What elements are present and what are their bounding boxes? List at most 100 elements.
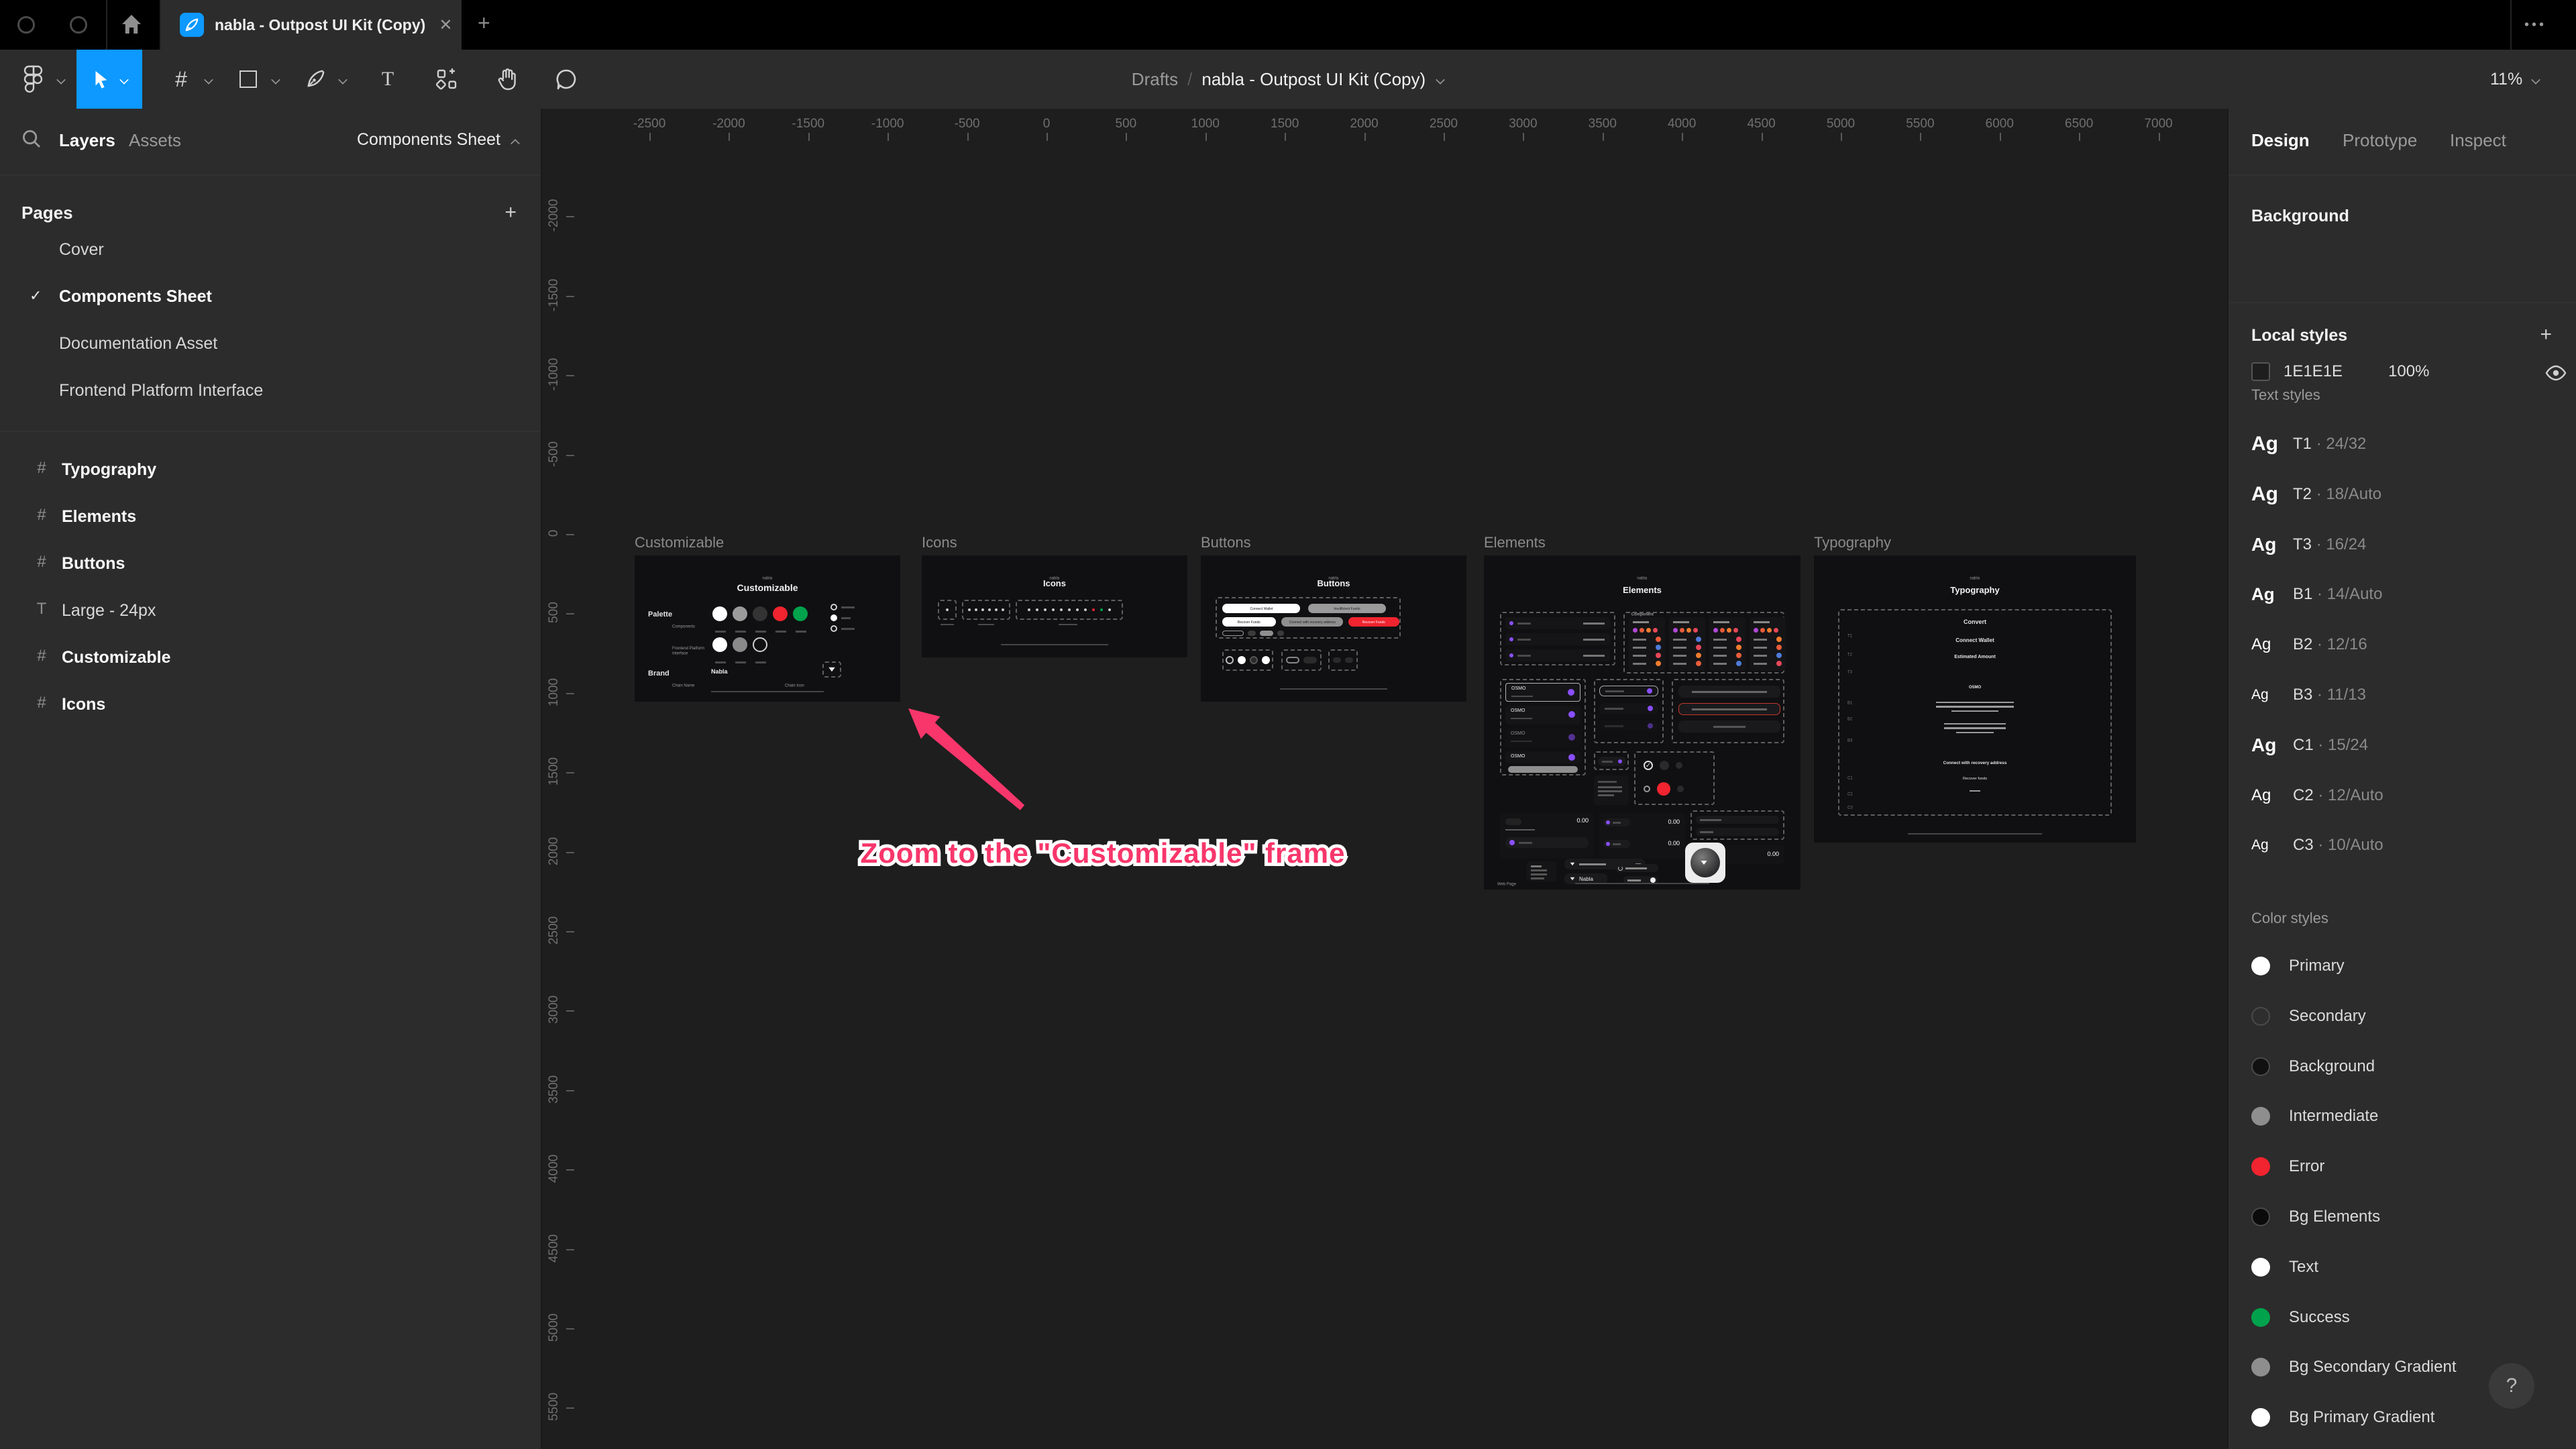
more-menu-icon[interactable]: ••• xyxy=(2524,17,2546,33)
mini-button: Recover Funds xyxy=(1238,620,1260,624)
frame-elements[interactable]: nabla Elements Component xyxy=(1484,555,1801,890)
ruler-tick-label: 5500 xyxy=(547,1380,561,1434)
color-style-row[interactable]: Primary xyxy=(2229,946,2576,986)
layer-item[interactable]: #Buttons xyxy=(0,554,541,594)
ruler-tick-label: -1500 xyxy=(547,268,561,322)
window-control-icon[interactable] xyxy=(17,16,35,34)
webpage-label: Web Page xyxy=(1497,881,1516,887)
color-style-row[interactable]: Bg Elements xyxy=(2229,1197,2576,1237)
frame-customizable[interactable]: nabla Customizable Palette Components Fr… xyxy=(635,555,900,702)
page-item[interactable]: Documentation Asset xyxy=(0,334,541,374)
tab-layers[interactable]: Layers xyxy=(59,130,115,151)
layer-item[interactable]: #Elements xyxy=(0,507,541,547)
window-tab-bar: nabla - Outpost UI Kit (Copy) ✕ + ••• xyxy=(0,0,2576,50)
help-button[interactable]: ? xyxy=(2489,1363,2534,1409)
specimen-text: Convert xyxy=(1839,619,2110,625)
add-style-button[interactable]: + xyxy=(2540,323,2552,346)
frame-typography[interactable]: nabla Typography T1ConvertT2Connect Wall… xyxy=(1814,555,2136,843)
left-sidebar: Layers Assets Components Sheet Pages + C… xyxy=(0,109,542,1449)
text-style-row[interactable]: Ag C1 · 15/24 xyxy=(2229,725,2576,765)
frame-label-buttons[interactable]: Buttons xyxy=(1201,534,1251,551)
pages-header: Pages xyxy=(21,203,73,223)
ruler-tick-label: -1000 xyxy=(871,117,904,131)
frame-layer-icon: # xyxy=(32,459,51,478)
ruler-tick-label: 2500 xyxy=(1430,117,1458,131)
ruler-tick-label: 5500 xyxy=(1906,117,1934,131)
add-page-button[interactable]: + xyxy=(504,201,517,224)
layer-item[interactable]: TLarge - 24px xyxy=(0,601,541,641)
color-style-row[interactable]: Intermediate xyxy=(2229,1096,2576,1136)
color-swatch[interactable] xyxy=(2251,362,2270,381)
new-tab-button[interactable]: + xyxy=(478,11,490,36)
ruler-tick-label: 3500 xyxy=(1589,117,1617,131)
frame-label-elements[interactable]: Elements xyxy=(1484,534,1546,551)
color-style-row[interactable]: Secondary xyxy=(2229,996,2576,1036)
icon-set xyxy=(1017,601,1122,619)
divider xyxy=(0,174,541,176)
background-opacity-value[interactable]: 100% xyxy=(2388,362,2429,381)
color-style-row[interactable]: Background xyxy=(2229,1046,2576,1087)
page-selector[interactable]: Components Sheet xyxy=(357,130,519,150)
specimen-text: OSMO xyxy=(1839,686,2110,690)
text-style-row[interactable]: Ag B3 · 11/13 xyxy=(2229,675,2576,715)
token-list-panel xyxy=(1709,617,1746,671)
color-style-swatch xyxy=(2251,957,2270,975)
layer-item[interactable]: #Icons xyxy=(0,695,541,735)
frame-buttons[interactable]: nabla Buttons Connect Wallet Insufficien… xyxy=(1201,555,1466,702)
file-menu-chevron-icon[interactable] xyxy=(1435,74,1444,84)
breadcrumb-file-name[interactable]: nabla - Outpost UI Kit (Copy) xyxy=(1201,69,1426,90)
tab-prototype[interactable]: Prototype xyxy=(2343,130,2417,151)
components-label: Components xyxy=(672,624,695,629)
text-style-row[interactable]: Ag T1 · 24/32 xyxy=(2229,424,2576,464)
local-styles-title: Local styles xyxy=(2251,326,2347,345)
color-style-row[interactable]: Text xyxy=(2229,1247,2576,1287)
frame-label-icons[interactable]: Icons xyxy=(922,534,957,551)
frame-label-customizable[interactable]: Customizable xyxy=(635,534,724,551)
breadcrumb-drafts[interactable]: Drafts xyxy=(1132,69,1178,90)
color-style-row[interactable]: Success xyxy=(2229,1297,2576,1338)
ruler-tick-label: 3000 xyxy=(1509,117,1537,131)
frame-label-typography[interactable]: Typography xyxy=(1814,534,1891,551)
page-item[interactable]: ✓Components Sheet xyxy=(0,287,541,327)
file-tab[interactable]: nabla - Outpost UI Kit (Copy) ✕ xyxy=(161,0,462,50)
tab-inspect[interactable]: Inspect xyxy=(2450,130,2506,151)
background-color-row[interactable]: 1E1E1E 100% xyxy=(2251,362,2429,381)
mini-button: Connect Wallet xyxy=(1250,606,1273,610)
layer-item[interactable]: #Customizable xyxy=(0,648,541,688)
canvas[interactable]: -2500-2000-1500-1000-5000500100015002000… xyxy=(542,109,2227,1449)
zoom-level: 11% xyxy=(2490,70,2522,89)
frame-icons[interactable]: nabla Icons xyxy=(922,555,1187,657)
nabla-select: Nabla xyxy=(1579,876,1593,882)
text-style-row[interactable]: Ag T2 · 18/Auto xyxy=(2229,474,2576,515)
divider xyxy=(106,0,107,50)
tab-design[interactable]: Design xyxy=(2251,130,2310,151)
background-hex-value[interactable]: 1E1E1E xyxy=(2284,362,2343,381)
search-icon[interactable] xyxy=(21,129,42,149)
text-style-row[interactable]: Ag B1 · 14/Auto xyxy=(2229,574,2576,614)
page-item[interactable]: Cover xyxy=(0,240,541,280)
divider xyxy=(2510,0,2512,50)
chain-icon-label: Chain Icon xyxy=(785,683,804,688)
text-style-row[interactable]: Ag T3 · 16/24 xyxy=(2229,525,2576,565)
color-style-swatch xyxy=(2251,1408,2270,1427)
eye-icon[interactable] xyxy=(2545,365,2567,381)
window-control-icon[interactable] xyxy=(70,16,87,34)
token-list-panel xyxy=(1750,617,1786,671)
home-icon[interactable] xyxy=(121,13,142,35)
page-item[interactable]: Frontend Platform Interface xyxy=(0,381,541,421)
text-style-row[interactable]: Ag C3 · 10/Auto xyxy=(2229,825,2576,865)
text-style-row[interactable]: Ag B2 · 12/16 xyxy=(2229,625,2576,665)
style-sample: Ag xyxy=(2251,635,2271,654)
color-style-row[interactable]: Error xyxy=(2229,1146,2576,1187)
app-icon xyxy=(1685,843,1725,883)
tab-assets[interactable]: Assets xyxy=(129,130,181,151)
text-style-row[interactable]: Ag C2 · 12/Auto xyxy=(2229,775,2576,816)
ruler-tick-label: 6000 xyxy=(1986,117,2014,131)
frame-title: Customizable xyxy=(635,582,900,593)
frame-layer-icon: # xyxy=(32,553,51,572)
ruler-tick-label: 1500 xyxy=(1271,117,1299,131)
zoom-control[interactable]: 11% xyxy=(2490,50,2540,109)
palette-row2 xyxy=(712,637,767,652)
layer-item[interactable]: #Typography xyxy=(0,460,541,500)
tab-close-icon[interactable]: ✕ xyxy=(439,15,452,35)
